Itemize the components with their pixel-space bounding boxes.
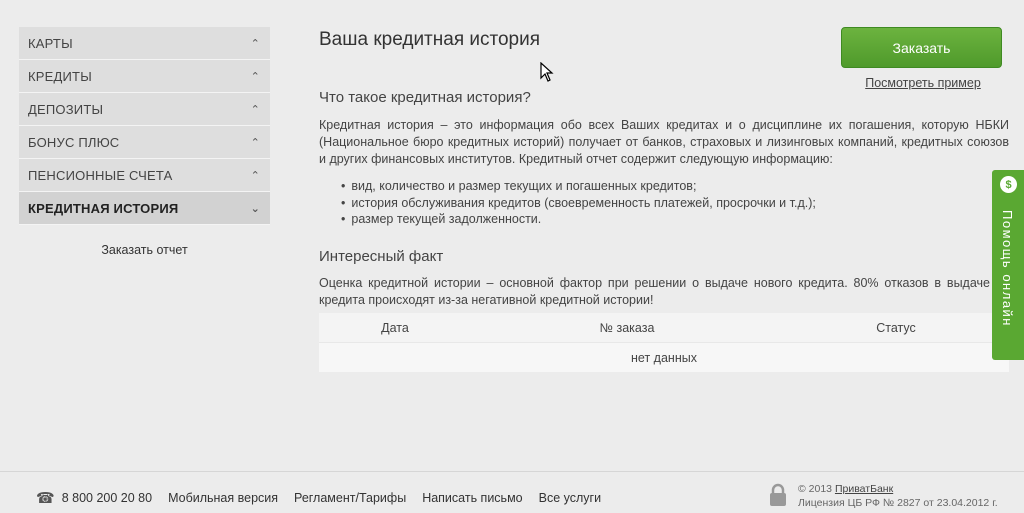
fact-heading: Интересный факт — [319, 247, 444, 265]
sidebar-item-bonus[interactable]: БОНУС ПЛЮС ⌃ — [19, 126, 270, 159]
phone-number[interactable]: 8 800 200 20 80 — [62, 491, 152, 505]
help-online-label: Помощь онлайн — [1000, 210, 1015, 327]
what-is-heading: Что такое кредитная история? — [319, 89, 531, 106]
chevron-up-icon: ⌃ — [250, 70, 260, 83]
sidebar-item-deposits[interactable]: ДЕПОЗИТЫ ⌃ — [19, 93, 270, 126]
sidebar-item-credits[interactable]: КРЕДИТЫ ⌃ — [19, 60, 270, 93]
table-row: нет данных — [319, 342, 1009, 372]
chevron-up-icon: ⌃ — [250, 136, 260, 149]
copyright-text: © 2013 — [798, 483, 835, 495]
sidebar-item-label: БОНУС ПЛЮС — [28, 134, 120, 150]
mobile-version-link[interactable]: Мобильная версия — [168, 491, 278, 505]
sidebar-item-cards[interactable]: КАРТЫ ⌃ — [19, 27, 270, 60]
info-list: вид, количество и размер текущих и погаш… — [341, 178, 1009, 228]
sidebar-item-label: ДЕПОЗИТЫ — [28, 101, 104, 117]
footer: ☎ 8 800 200 20 80 Мобильная версия Регла… — [36, 489, 617, 507]
sidebar: КАРТЫ ⌃ КРЕДИТЫ ⌃ ДЕПОЗИТЫ ⌃ БОНУС ПЛЮС … — [19, 27, 270, 257]
what-is-text: Кредитная история – это информация обо в… — [319, 118, 1009, 166]
help-online-tab[interactable]: $ Помощь онлайн — [992, 170, 1024, 360]
bank-link[interactable]: ПриватБанк — [835, 483, 893, 495]
sidebar-item-label: ПЕНСИОННЫЕ СЧЕТА — [28, 167, 173, 183]
col-number-header: № заказа — [599, 320, 655, 335]
sidebar-item-label: КАРТЫ — [28, 35, 73, 51]
legal-info: © 2013 ПриватБанк Лицензия ЦБ РФ № 2827 … — [798, 482, 998, 510]
dollar-icon: $ — [1000, 176, 1017, 193]
sidebar-item-credit-history[interactable]: КРЕДИТНАЯ ИСТОРИЯ ⌄ — [19, 192, 270, 225]
col-date-header: Дата — [381, 320, 409, 335]
footer-divider — [0, 471, 1024, 472]
order-button[interactable]: Заказать — [841, 27, 1002, 68]
orders-table: Дата № заказа Статус нет данных — [319, 313, 1009, 372]
chevron-up-icon: ⌃ — [250, 103, 260, 116]
empty-message: нет данных — [631, 350, 697, 365]
col-status-header: Статус — [876, 320, 916, 335]
mouse-cursor-icon — [540, 61, 554, 87]
sidebar-item-label: КРЕДИТЫ — [28, 68, 92, 84]
sidebar-item-pension[interactable]: ПЕНСИОННЫЕ СЧЕТА ⌃ — [19, 159, 270, 192]
chevron-down-icon: ⌄ — [250, 202, 260, 215]
license-text: Лицензия ЦБ РФ № 2827 от 23.04.2012 г. — [798, 497, 998, 509]
table-header: Дата № заказа Статус — [319, 313, 1009, 342]
list-item: история обслуживания кредитов (своевреме… — [341, 195, 1009, 212]
chevron-up-icon: ⌃ — [250, 37, 260, 50]
fact-text: Оценка кредитной истории – основной факт… — [319, 275, 990, 307]
sidebar-item-label: КРЕДИТНАЯ ИСТОРИЯ — [28, 200, 179, 216]
write-letter-link[interactable]: Написать письмо — [422, 491, 522, 505]
rules-tariffs-link[interactable]: Регламент/Тарифы — [294, 491, 406, 505]
list-item: вид, количество и размер текущих и погаш… — [341, 178, 1009, 195]
phone-icon: ☎ — [36, 490, 55, 507]
all-services-link[interactable]: Все услуги — [539, 491, 601, 505]
chevron-up-icon: ⌃ — [250, 169, 260, 182]
order-report-link[interactable]: Заказать отчет — [19, 243, 270, 257]
list-item: размер текущей задолженности. — [341, 211, 1009, 228]
lock-icon — [768, 483, 788, 512]
view-example-link[interactable]: Посмотреть пример — [841, 76, 1005, 90]
main-content: Ваша кредитная история Что такое кредитн… — [319, 27, 1009, 309]
